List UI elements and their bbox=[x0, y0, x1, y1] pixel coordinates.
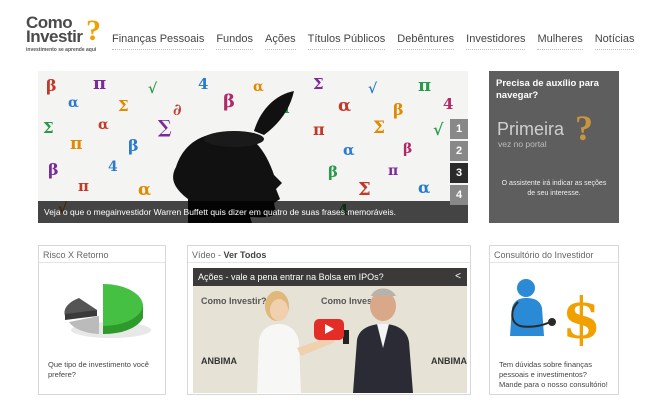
investor-clinic-box[interactable]: Consultório do Investidor $ Tem dúvidas … bbox=[489, 245, 619, 395]
play-button[interactable] bbox=[314, 319, 344, 340]
share-icon[interactable]: < bbox=[455, 271, 461, 282]
svg-text:√: √ bbox=[368, 81, 378, 97]
svg-text:β: β bbox=[46, 76, 57, 95]
svg-text:Σ: Σ bbox=[118, 97, 129, 115]
svg-text:4: 4 bbox=[198, 75, 208, 93]
svg-text:α: α bbox=[343, 141, 355, 159]
video-sponsor-1: ANBIMA bbox=[201, 356, 237, 366]
svg-text:α: α bbox=[418, 178, 430, 197]
stethoscope-dollar-icon: $ bbox=[510, 279, 601, 352]
svg-text:β: β bbox=[223, 91, 235, 112]
slide-pagination: 1 2 3 4 bbox=[450, 119, 468, 207]
video-sponsor-2: ANBIMA bbox=[431, 356, 467, 366]
video-box-title: Vídeo - Ver Todos bbox=[188, 246, 470, 263]
nav-mulheres[interactable]: Mulheres bbox=[537, 33, 583, 50]
nav-fundos[interactable]: Fundos bbox=[216, 33, 254, 50]
svg-text:α: α bbox=[253, 79, 264, 95]
svg-text:α: α bbox=[338, 96, 351, 116]
slide-button-4[interactable]: 4 bbox=[450, 185, 468, 205]
svg-text:π: π bbox=[78, 177, 89, 195]
video-player[interactable]: Como Investir? Como Investir? ANBIMA ANB… bbox=[193, 268, 467, 393]
nav-noticias[interactable]: Notícias bbox=[594, 33, 635, 50]
help-brand-small: vez no portal bbox=[498, 139, 547, 149]
help-brand-big: Primeira bbox=[497, 119, 565, 139]
svg-text:β: β bbox=[393, 100, 404, 119]
hero-caption[interactable]: Veja o que o megainvestidor Warren Buffe… bbox=[38, 201, 468, 223]
main-nav: Finanças Pessoais Fundos Ações Títulos P… bbox=[112, 33, 646, 50]
video-watermark-1: Como Investir? bbox=[201, 296, 267, 306]
nav-financas-pessoais[interactable]: Finanças Pessoais bbox=[112, 33, 205, 50]
site-logo[interactable]: Como Investir ? investimento se aprende … bbox=[26, 14, 106, 58]
svg-text:∑: ∑ bbox=[158, 117, 172, 138]
svg-text:Σ: Σ bbox=[43, 119, 54, 137]
svg-text:4: 4 bbox=[108, 159, 118, 175]
svg-text:π: π bbox=[388, 163, 398, 179]
video-title-prefix: Vídeo - bbox=[192, 250, 224, 260]
help-description: O assistente irá indicar as seções de se… bbox=[501, 180, 607, 197]
question-mark-icon: ? bbox=[575, 108, 593, 148]
logo-question-mark-icon: ? bbox=[86, 14, 101, 47]
svg-text:α: α bbox=[98, 117, 109, 133]
svg-text:β: β bbox=[328, 163, 338, 181]
svg-text:π: π bbox=[418, 75, 431, 96]
investor-clinic-text[interactable]: Tem dúvidas sobre finanças pessoais e in… bbox=[499, 360, 611, 390]
risk-return-box[interactable]: Risco X Retorno Que tipo de investimento… bbox=[38, 245, 166, 395]
see-all-videos-link[interactable]: Ver Todos bbox=[224, 250, 267, 260]
video-title[interactable]: Ações - vale a pena entrar na Bolsa em I… bbox=[193, 268, 467, 286]
investor-clinic-title: Consultório do Investidor bbox=[490, 246, 618, 263]
svg-text:∂: ∂ bbox=[173, 100, 182, 119]
svg-text:√: √ bbox=[433, 120, 444, 139]
svg-text:Σ: Σ bbox=[358, 179, 371, 200]
slide-button-3[interactable]: 3 bbox=[450, 163, 468, 183]
svg-text:Σ: Σ bbox=[313, 75, 324, 93]
slide-button-2[interactable]: 2 bbox=[450, 141, 468, 161]
nav-investidores[interactable]: Investidores bbox=[466, 33, 526, 50]
nav-debentures[interactable]: Debêntures bbox=[397, 33, 455, 50]
risk-return-text[interactable]: Que tipo de investimento você prefere? bbox=[48, 360, 158, 380]
pie-chart-icon bbox=[64, 284, 151, 338]
svg-text:β: β bbox=[48, 160, 59, 179]
svg-text:β: β bbox=[128, 136, 139, 155]
hero-slider[interactable]: β α π Σ √ ∂ 4 β α π Σ α √ β π 4 Σ π α β … bbox=[38, 71, 468, 223]
logo-word-investir: Investir bbox=[26, 27, 83, 46]
svg-text:α: α bbox=[68, 95, 79, 111]
help-title: Precisa de auxílio para navegar? bbox=[496, 78, 599, 101]
slide-button-1[interactable]: 1 bbox=[450, 119, 468, 139]
logo-tagline: investimento se aprende aqui bbox=[26, 47, 97, 53]
svg-text:π: π bbox=[70, 134, 82, 154]
svg-text:Σ: Σ bbox=[373, 118, 385, 138]
svg-text:π: π bbox=[313, 120, 325, 139]
video-box: Vídeo - Ver Todos Como Investir? Como In… bbox=[187, 245, 471, 395]
svg-text:β: β bbox=[403, 141, 412, 157]
nav-titulos-publicos[interactable]: Títulos Públicos bbox=[307, 33, 386, 50]
svg-text:π: π bbox=[93, 73, 106, 94]
nav-acoes[interactable]: Ações bbox=[265, 33, 296, 50]
svg-text:$: $ bbox=[562, 286, 601, 352]
svg-text:√: √ bbox=[148, 81, 158, 97]
svg-text:α: α bbox=[138, 180, 151, 200]
risk-return-title: Risco X Retorno bbox=[39, 246, 165, 263]
first-visit-help-box[interactable]: Precisa de auxílio para navegar? ? Prime… bbox=[489, 71, 619, 223]
svg-text:4: 4 bbox=[443, 95, 453, 113]
